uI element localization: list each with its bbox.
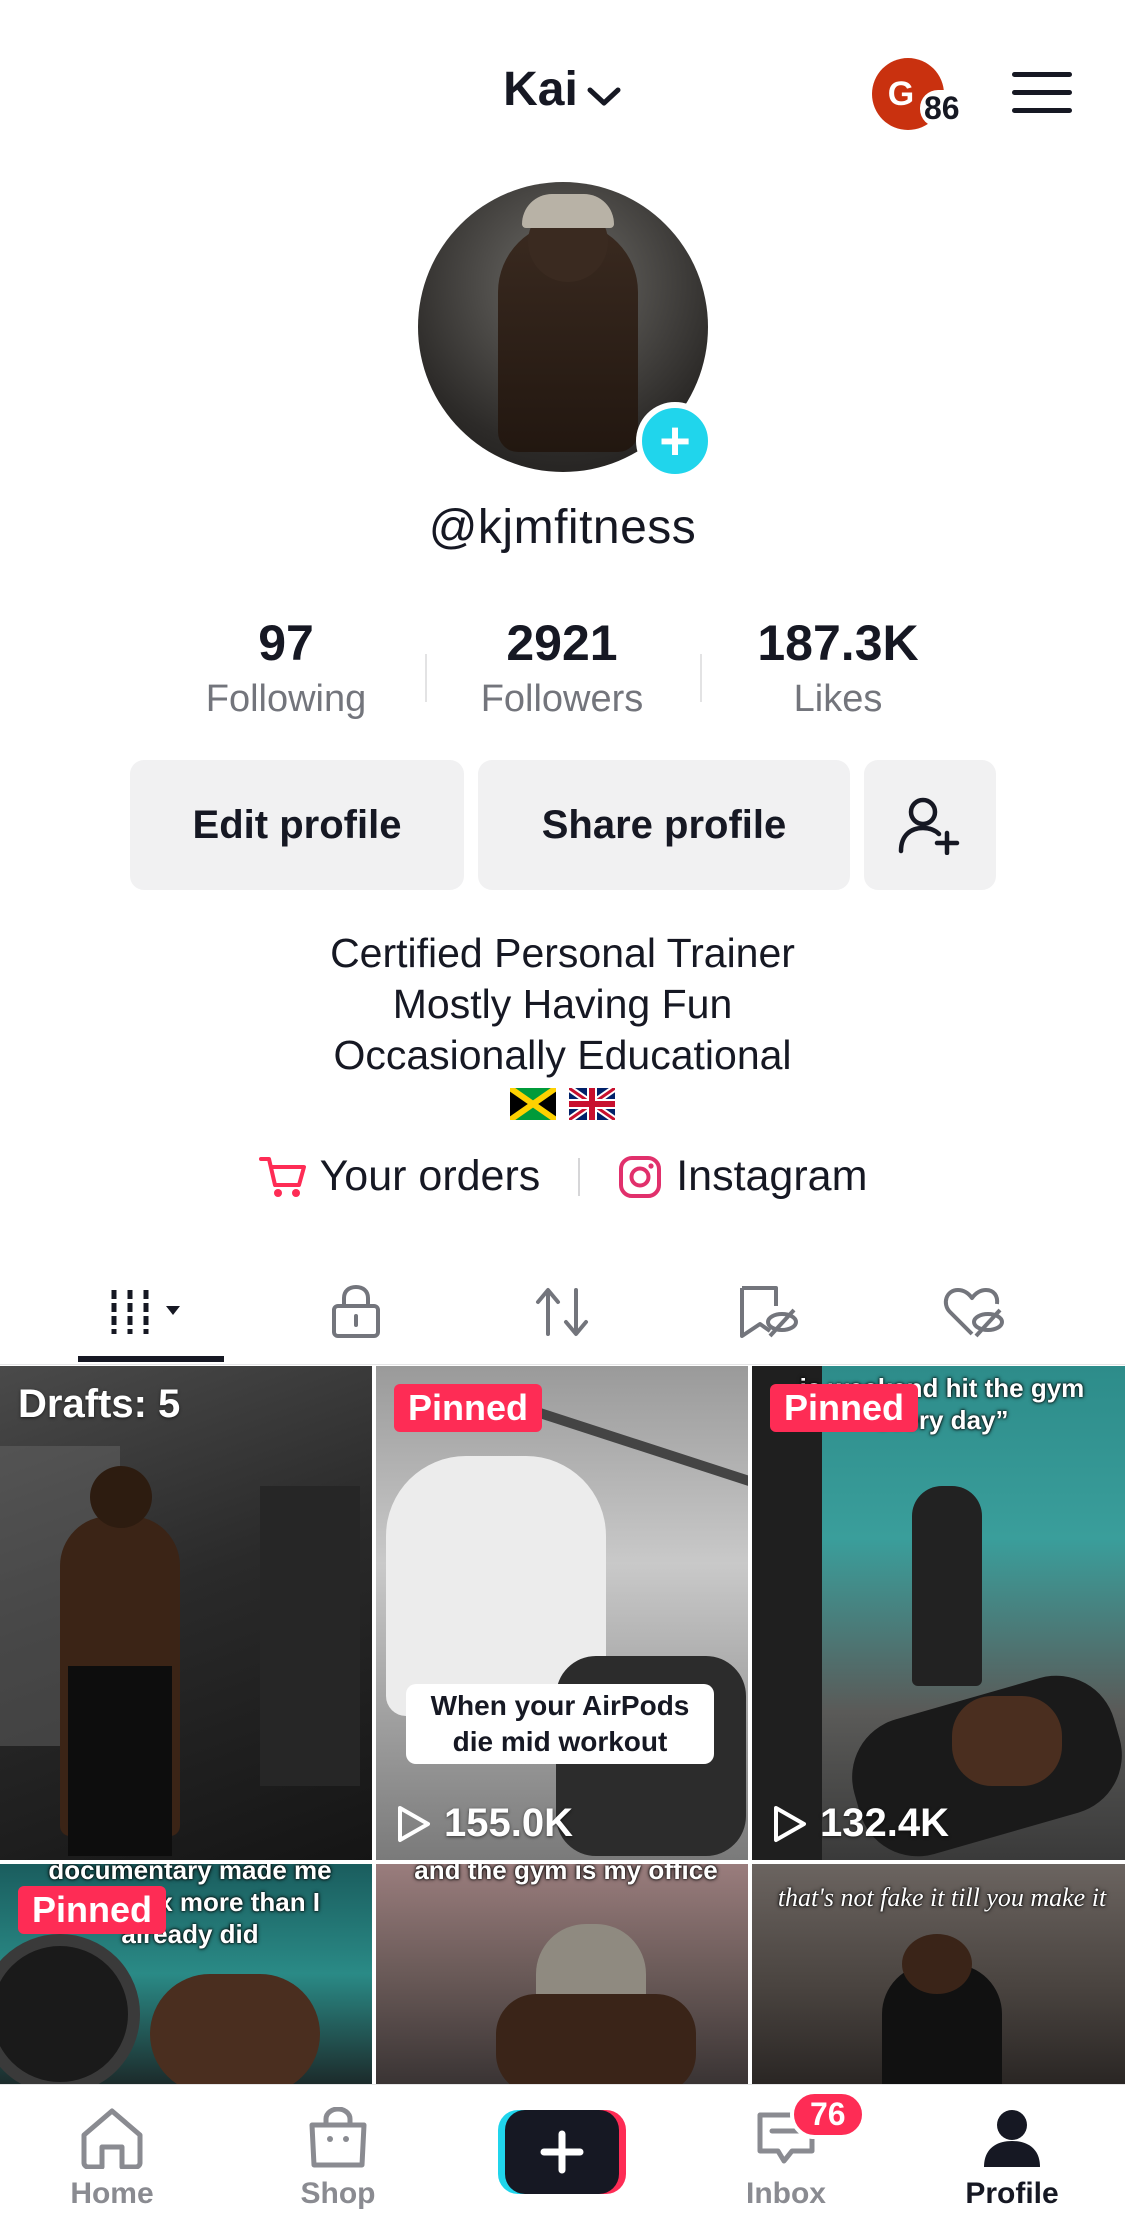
instagram-icon xyxy=(619,1155,662,1198)
bio-flags xyxy=(0,1088,1125,1120)
add-user-icon xyxy=(898,797,960,855)
bookmark-hidden-icon xyxy=(740,1286,798,1338)
draft-tile[interactable]: Drafts: 5 xyxy=(0,1366,372,1860)
stat-value: 2921 xyxy=(506,615,618,671)
stat-label: Following xyxy=(205,678,367,720)
stat-label: Likes xyxy=(793,678,883,720)
stat-label: Followers xyxy=(480,678,644,720)
nav-profile-label: Profile xyxy=(965,2177,1059,2210)
stat-followers[interactable]: 2921 Followers xyxy=(432,612,692,724)
tab-videos[interactable] xyxy=(70,1260,230,1364)
nav-shop-label: Shop xyxy=(300,2177,376,2210)
play-icon xyxy=(774,1805,806,1842)
instagram-label: Instagram xyxy=(676,1152,868,1201)
inbox-badge: 76 xyxy=(790,2090,866,2139)
pinned-badge: Pinned xyxy=(394,1384,543,1432)
nav-inbox-label: Inbox xyxy=(746,2177,826,2210)
your-orders-link[interactable]: Your orders xyxy=(258,1152,541,1201)
chevron-down-icon[interactable] xyxy=(586,65,622,120)
pinned-badge: Pinned xyxy=(770,1384,919,1432)
add-story-plus-icon[interactable]: + xyxy=(636,402,714,480)
video-tile[interactable]: is weekend hit the gym every day” Pinned… xyxy=(752,1366,1125,1860)
tab-favorites[interactable] xyxy=(688,1260,848,1364)
share-profile-button[interactable]: Share profile xyxy=(478,760,850,890)
tab-private[interactable] xyxy=(276,1260,436,1364)
menu-icon[interactable] xyxy=(1012,72,1072,116)
profile-handle: @kjmfitness xyxy=(428,501,697,554)
lock-icon xyxy=(332,1284,380,1338)
bio-line: Mostly Having Fun xyxy=(392,981,733,1027)
tab-reposts[interactable] xyxy=(482,1260,642,1364)
jamaica-flag-icon xyxy=(510,1088,557,1120)
video-overlay-text: and the gym is my office xyxy=(414,1864,718,1885)
stat-value: 187.3K xyxy=(757,615,919,671)
add-friends-button[interactable] xyxy=(864,760,996,890)
home-icon xyxy=(81,2108,143,2169)
video-tile[interactable]: documentary made me song 10x more than I… xyxy=(0,1864,372,2084)
nav-shop[interactable]: Shop xyxy=(248,2085,428,2230)
cart-icon xyxy=(258,1156,306,1197)
play-icon xyxy=(398,1805,430,1842)
nav-home[interactable]: Home xyxy=(22,2085,202,2230)
profile-icon xyxy=(984,2110,1040,2167)
plus-icon xyxy=(498,2110,626,2194)
top-bar: Kai G 86 xyxy=(0,0,1125,170)
tab-liked[interactable] xyxy=(894,1260,1054,1364)
stat-value: 97 xyxy=(258,615,314,671)
stat-following[interactable]: 97 Following xyxy=(156,612,416,724)
divider xyxy=(578,1157,581,1196)
nav-home-label: Home xyxy=(70,2177,154,2210)
coin-count: 86 xyxy=(920,90,964,127)
profile-links: Your orders Instagram xyxy=(0,1150,1125,1210)
video-tile[interactable]: and the gym is my office xyxy=(376,1864,748,2084)
profile-tabs xyxy=(0,1260,1125,1365)
tab-active-indicator xyxy=(78,1356,224,1362)
stat-likes[interactable]: 187.3K Likes xyxy=(708,612,968,724)
video-tile[interactable]: Pinned When your AirPods die mid workout… xyxy=(376,1366,748,1860)
bio-line: Certified Personal Trainer xyxy=(330,930,795,976)
bio-line: Occasionally Educational xyxy=(333,1032,792,1078)
view-count: 155.0K xyxy=(394,1801,573,1846)
profile-stats: 97 Following 2921 Followers 187.3K Likes xyxy=(0,612,1125,732)
divider xyxy=(700,654,702,702)
video-grid: Drafts: 5 Pinned When your AirPods die m… xyxy=(0,1366,1125,2084)
video-tile[interactable]: that's not fake it till you make it xyxy=(752,1864,1125,2084)
create-button[interactable] xyxy=(498,2110,626,2194)
view-count: 132.4K xyxy=(770,1801,949,1846)
shopping-bag-icon xyxy=(309,2107,367,2168)
drafts-count: Drafts: 5 xyxy=(18,1382,181,1426)
video-overlay-text: that's not fake it till you make it xyxy=(777,1883,1107,1912)
video-caption: When your AirPods die mid workout xyxy=(406,1684,714,1764)
profile-bio: Certified Personal Trainer Mostly Having… xyxy=(0,928,1125,1081)
nav-profile[interactable]: Profile xyxy=(922,2085,1102,2230)
your-orders-label: Your orders xyxy=(319,1152,541,1201)
videos-grid-icon xyxy=(111,1290,180,1334)
repost-icon xyxy=(536,1288,588,1336)
heart-hidden-icon xyxy=(943,1288,1004,1338)
account-name[interactable]: Kai xyxy=(503,63,578,116)
instagram-link[interactable]: Instagram xyxy=(618,1152,867,1201)
pinned-badge: Pinned xyxy=(18,1886,167,1934)
divider xyxy=(425,654,427,702)
uk-flag-icon xyxy=(568,1088,615,1120)
edit-profile-button[interactable]: Edit profile xyxy=(130,760,464,890)
